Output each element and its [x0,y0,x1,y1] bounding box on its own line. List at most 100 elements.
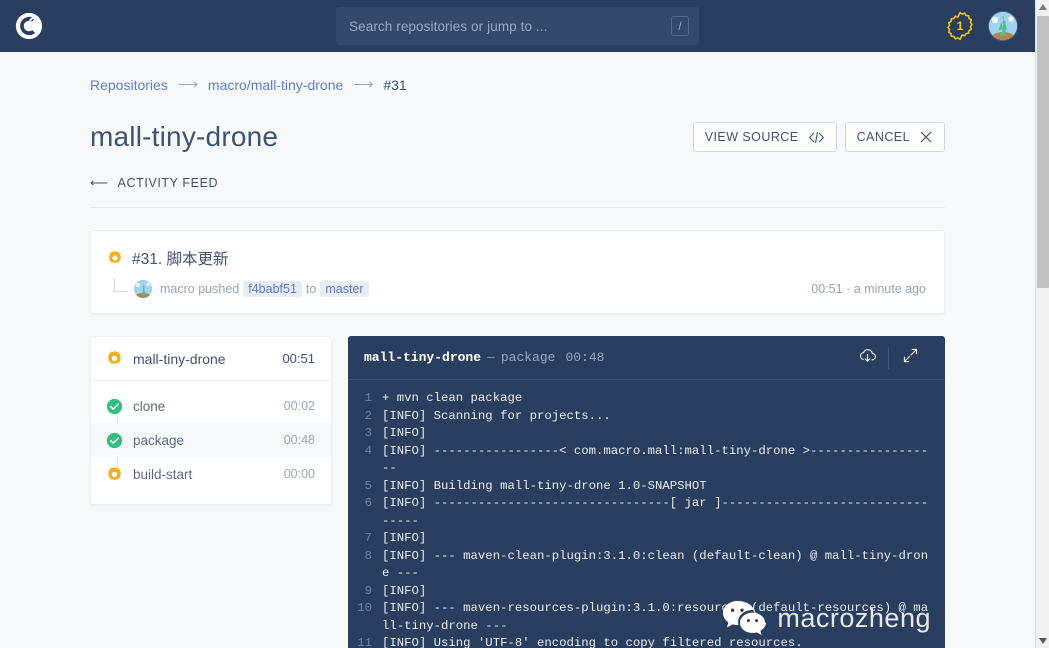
build-log-output[interactable]: 1 + mvn clean package 2 [INFO] Scanning for… [348,380,945,648]
build-stage-name: mall-tiny-drone [133,350,226,367]
build-title: #31. 脚本更新 [132,251,229,268]
log-line-number: 3 [364,426,372,440]
view-source-button[interactable]: VIEW SOURCE [692,122,837,152]
cancel-build-button[interactable]: CANCEL [844,122,945,152]
log-line-text: [INFO] --- maven-resources-plugin:3.1.0:… [382,601,929,633]
drone-logo-button[interactable] [0,0,58,52]
build-steps-panel: mall-tiny-drone 00:51 clone 00:02 packag… [90,336,332,505]
expand-icon [901,346,920,370]
commit-hash[interactable]: f4babf51 [243,280,302,297]
breadcrumb-repo-link[interactable]: macro/mall-tiny-drone [208,77,343,93]
pending-builds-gear-icon[interactable]: 1 [945,11,975,41]
log-line: 4 [INFO] -----------------< com.macro.mal… [348,443,935,478]
log-line-text: [INFO] -----------------< com.macro.mall… [382,443,929,476]
build-log-header: mall-tiny-drone — package 00:48 [348,336,945,380]
log-header-dash: — [487,350,495,365]
pending-builds-count: 1 [956,19,964,33]
log-line: 8 [INFO] --- maven-clean-plugin:3.1.0:cle… [348,548,935,583]
commit-author-avatar [134,279,152,298]
build-stage-time: 00:51 [282,351,315,366]
log-line-text: [INFO] Scanning for projects... [382,408,611,423]
commit-author-name: macro [160,281,195,296]
log-line-text: + mvn clean package [382,391,523,405]
check-circle-icon [106,398,123,415]
log-step-name: package [500,350,556,365]
log-line-number: 1 [364,391,372,405]
activity-feed-back-link[interactable]: ⟵ ACTIVITY FEED [90,175,945,208]
build-step-package[interactable]: package 00:48 [91,423,331,457]
download-cloud-icon [857,345,878,371]
build-detail-area: mall-tiny-drone 00:51 clone 00:02 packag… [90,336,945,648]
gear-icon-running [106,350,123,367]
commit-action-word: pushed [198,281,240,296]
log-line-number: 8 [364,548,372,563]
expand-logs-button[interactable] [889,343,931,373]
log-line-number: 2 [364,408,372,423]
commit-to-word: to [305,281,317,296]
log-line-text: [INFO] [382,426,427,440]
top-navigation-bar: Search repositories or jump to ... / 1 [0,0,1035,52]
build-step-build-start[interactable]: build-start 00:00 [91,457,331,491]
close-icon [919,130,933,144]
commit-branch[interactable]: master [320,280,369,297]
log-line: 7 [INFO] [348,530,935,548]
log-line: 1 + mvn clean package [348,390,935,408]
build-step-time: 00:00 [283,467,315,481]
cancel-label: CANCEL [856,130,910,144]
log-line-number: 4 [364,443,372,458]
log-stage-name: mall-tiny-drone [364,350,482,365]
search-shortcut-key: / [671,16,689,36]
scroll-up-arrow-icon[interactable] [1036,0,1049,14]
code-brackets-icon [808,131,825,144]
log-line-text: [INFO] --- maven-clean-plugin:3.1.0:clea… [382,548,929,581]
page-content: Repositories ⟶ macro/mall-tiny-drone ⟶ #… [0,52,1035,648]
page-title: mall-tiny-drone [90,121,279,152]
log-line: 5 [INFO] Building mall-tiny-drone 1.0-SNA… [348,478,935,496]
log-line-number: 9 [364,583,372,598]
nav-right-actions: 1 [945,0,1017,52]
build-step-time: 00:48 [283,433,315,447]
build-relative-time: a minute ago [853,281,926,296]
build-step-clone[interactable]: clone 00:02 [91,389,331,423]
build-summary-card[interactable]: #31. 脚本更新 macro pushed f4babf51 to maste… [90,230,945,314]
log-line-number: 10 [357,601,372,615]
drone-ci-build-page: Search repositories or jump to ... / 1 R… [0,0,1049,648]
build-step-name: build-start [133,466,193,482]
header-actions: VIEW SOURCE CANCEL [692,122,945,152]
breadcrumb-repositories-link[interactable]: Repositories [90,77,168,93]
page-header: mall-tiny-drone VIEW SOURCE CANCEL [90,121,945,153]
log-line-text: [INFO] [382,531,427,545]
download-logs-button[interactable] [846,343,888,373]
avatar-image [989,12,1017,40]
log-line-number: 6 [364,496,372,510]
breadcrumb-separator-icon: ⟶ [353,76,374,92]
gear-icon-running [107,250,123,266]
log-line-number: 5 [364,478,372,493]
search-placeholder: Search repositories or jump to ... [349,18,548,34]
build-stage-row[interactable]: mall-tiny-drone 00:51 [91,337,331,381]
log-line-number: 7 [364,531,372,545]
build-step-time: 00:02 [283,399,315,413]
search-input[interactable]: Search repositories or jump to ... / [336,7,699,45]
view-source-label: VIEW SOURCE [704,130,799,144]
log-line: 3 [INFO] [348,425,935,443]
log-line: 10 [INFO] --- maven-resources-plugin:3.1.… [348,600,935,635]
scroll-down-arrow-icon[interactable] [1036,634,1049,648]
browser-scrollbar[interactable] [1035,0,1049,648]
build-log-panel: mall-tiny-drone — package 00:48 1 + mvn … [348,336,945,648]
user-avatar[interactable] [989,12,1017,40]
build-step-name: package [133,432,185,448]
log-header-actions [846,343,931,373]
log-line: 6 [INFO] --------------------------------… [348,495,935,530]
log-line-text: [INFO] [382,583,427,598]
check-circle-icon [106,432,123,449]
build-step-list: clone 00:02 package 00:48 build-start 00… [91,381,331,497]
breadcrumb-build-number: #31 [383,76,407,93]
log-line: 9 [INFO] [348,583,935,601]
log-step-duration: 00:48 [565,350,605,365]
build-commit-row: macro pushed f4babf51 to master 00:51 · … [107,278,926,299]
activity-feed-label: ACTIVITY FEED [117,175,219,190]
drone-logo-icon [14,11,44,41]
scrollbar-thumb[interactable] [1037,16,1049,288]
breadcrumb: Repositories ⟶ macro/mall-tiny-drone ⟶ #… [90,76,945,93]
